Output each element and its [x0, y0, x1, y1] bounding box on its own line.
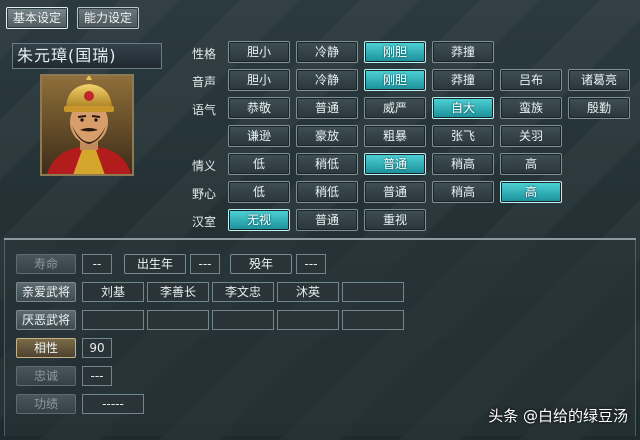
- tone-option-rough[interactable]: 粗暴: [364, 125, 426, 147]
- voice-option-calm[interactable]: 冷静: [296, 69, 358, 91]
- tab-ability-settings[interactable]: 能力设定: [77, 7, 140, 29]
- personality-option-reckless[interactable]: 莽撞: [432, 41, 494, 63]
- voice-option-reckless[interactable]: 莽撞: [432, 69, 494, 91]
- tone-option-humble[interactable]: 谦逊: [228, 125, 290, 147]
- loyalty-label[interactable]: 忠诚: [16, 366, 76, 386]
- birth-year-value: ---: [190, 254, 220, 274]
- compatibility-value: 90: [82, 338, 112, 358]
- game-screen: 基本设定 能力设定 朱元璋(国瑞) 性格 胆小 冷静 刚胆 莽撞 音声 胆小 冷…: [0, 0, 640, 440]
- favored-officer-slot[interactable]: 刘基: [82, 282, 144, 302]
- watermark-text: 头条 @白给的绿豆汤: [488, 407, 628, 425]
- lifespan-label[interactable]: 寿命: [16, 254, 76, 274]
- favored-officer-slot[interactable]: 李文忠: [212, 282, 274, 302]
- favored-officer-slot[interactable]: [342, 282, 404, 302]
- tone-option-courteous[interactable]: 殷勤: [568, 97, 630, 119]
- officer-portrait: [40, 74, 134, 176]
- ambition-option-high[interactable]: 高: [500, 181, 562, 203]
- merit-label[interactable]: 功绩: [16, 394, 76, 414]
- ambition-option-slightly-high[interactable]: 稍高: [432, 181, 494, 203]
- tone-option-respectful[interactable]: 恭敬: [228, 97, 290, 119]
- lifespan-value: --: [82, 254, 112, 274]
- portrait-image: [42, 76, 132, 174]
- sentiment-option-normal[interactable]: 普通: [364, 153, 426, 175]
- tone-label: 语气: [191, 103, 216, 117]
- han-option-value[interactable]: 重视: [364, 209, 426, 231]
- tab-basic-settings[interactable]: 基本设定: [6, 7, 69, 29]
- ambition-option-slightly-low[interactable]: 稍低: [296, 181, 358, 203]
- favored-officers-label[interactable]: 亲爱武将: [16, 282, 76, 302]
- voice-option-brave[interactable]: 刚胆: [364, 69, 426, 91]
- death-year-value: ---: [296, 254, 326, 274]
- voice-label: 音声: [191, 75, 216, 89]
- voice-option-zhuge[interactable]: 诸葛亮: [568, 69, 630, 91]
- ambition-option-low[interactable]: 低: [228, 181, 290, 203]
- merit-value: -----: [82, 394, 144, 414]
- tone-option-dignified[interactable]: 威严: [364, 97, 426, 119]
- loyalty-value: ---: [82, 366, 112, 386]
- disliked-officer-slot[interactable]: [212, 310, 274, 330]
- personality-option-brave[interactable]: 刚胆: [364, 41, 426, 63]
- compatibility-label[interactable]: 相性: [16, 338, 76, 358]
- disliked-officers-label[interactable]: 厌恶武将: [16, 310, 76, 330]
- disliked-officer-slot[interactable]: [342, 310, 404, 330]
- sentiment-option-low[interactable]: 低: [228, 153, 290, 175]
- personality-label: 性格: [191, 47, 216, 61]
- sentiment-label: 情义: [191, 159, 216, 173]
- officer-name: 朱元璋(国瑞): [12, 43, 162, 69]
- tone-option-bold[interactable]: 豪放: [296, 125, 358, 147]
- disliked-officer-slot[interactable]: [82, 310, 144, 330]
- favored-officer-slot[interactable]: 沐英: [277, 282, 339, 302]
- han-option-ignore[interactable]: 无视: [228, 209, 290, 231]
- disliked-officer-slot[interactable]: [147, 310, 209, 330]
- tone-option-barbarian[interactable]: 蛮族: [500, 97, 562, 119]
- death-year-label: 殁年: [230, 254, 292, 274]
- ambition-label: 野心: [191, 187, 216, 201]
- disliked-officer-slot[interactable]: [277, 310, 339, 330]
- favored-officer-slot[interactable]: 李善长: [147, 282, 209, 302]
- tone-option-guanyu[interactable]: 关羽: [500, 125, 562, 147]
- han-label: 汉室: [191, 215, 216, 229]
- voice-option-lubu[interactable]: 吕布: [500, 69, 562, 91]
- han-option-normal[interactable]: 普通: [296, 209, 358, 231]
- ambition-option-normal[interactable]: 普通: [364, 181, 426, 203]
- personality-option-calm[interactable]: 冷静: [296, 41, 358, 63]
- tone-option-zhangfei[interactable]: 张飞: [432, 125, 494, 147]
- birth-year-label: 出生年: [124, 254, 186, 274]
- personality-option-timid[interactable]: 胆小: [228, 41, 290, 63]
- sentiment-option-high[interactable]: 高: [500, 153, 562, 175]
- tone-option-arrogant[interactable]: 自大: [432, 97, 494, 119]
- sentiment-option-slightly-low[interactable]: 稍低: [296, 153, 358, 175]
- sentiment-option-slightly-high[interactable]: 稍高: [432, 153, 494, 175]
- tone-option-normal[interactable]: 普通: [296, 97, 358, 119]
- voice-option-timid[interactable]: 胆小: [228, 69, 290, 91]
